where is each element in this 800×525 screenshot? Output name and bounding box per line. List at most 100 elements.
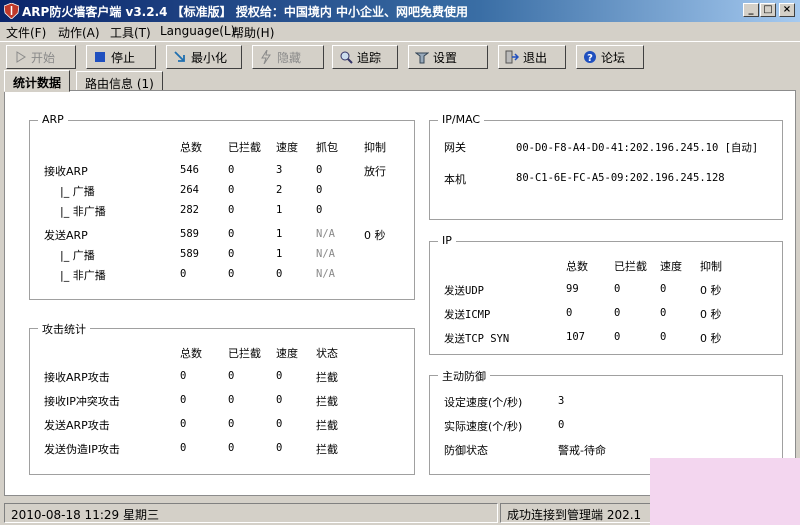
attack-cell: 0 (180, 418, 187, 430)
arp-header-total: 总数 (180, 141, 202, 154)
local-value: 80-C1-6E-FC-A5-09:202.196.245.128 (516, 172, 725, 184)
attack-header-status: 状态 (316, 347, 338, 360)
arp-cell: 282 (180, 204, 199, 216)
attack-header-blocked: 已拦截 (228, 347, 261, 360)
ip-cell: 0 秒 (700, 284, 722, 297)
menu-file[interactable]: 文件(F) (6, 24, 46, 41)
arp-cell: 放行 (364, 165, 386, 178)
ip-cell: 0 秒 (700, 332, 722, 345)
status-datetime: 2010-08-18 11:29 星期三 (4, 503, 498, 523)
attack-cell: 0 (228, 442, 235, 454)
actual-speed-value: 0 (558, 419, 565, 431)
settings-label: 设置 (433, 50, 458, 65)
arp-cell: 0 (228, 268, 235, 280)
stop-icon (93, 50, 107, 64)
attack-cell: 0 (180, 394, 187, 406)
arp-header-speed: 速度 (276, 141, 298, 154)
hide-label: 隐藏 (277, 50, 302, 65)
attack-cell: 0 (180, 370, 187, 382)
tab-statistics[interactable]: 统计数据 (4, 70, 71, 92)
arp-cell: 0 (228, 164, 235, 176)
ip-cell: 0 (660, 283, 667, 295)
arp-cell: 0 (228, 204, 235, 216)
hide-button[interactable]: 隐藏 (252, 45, 324, 69)
ip-cell: 0 (660, 331, 667, 343)
arp-cell: 0 (228, 248, 235, 260)
arp-cell: 1 (276, 248, 283, 260)
forum-button[interactable]: ? 论坛 (576, 45, 644, 69)
lightning-icon (259, 50, 273, 64)
attack-cell: 0 (276, 418, 283, 430)
stop-button[interactable]: 停止 (86, 45, 156, 69)
arp-row-label: |_ 非广播 (60, 205, 106, 218)
settings-button[interactable]: 设置 (408, 45, 488, 69)
arp-cell: 0 (316, 204, 323, 216)
start-label: 开始 (31, 50, 56, 65)
close-window-button[interactable]: × (779, 3, 795, 17)
exit-button[interactable]: 退出 (498, 45, 566, 69)
minimize-label: 最小化 (191, 50, 228, 65)
attack-row-label: 接收IP冲突攻击 (44, 395, 120, 408)
defense-legend: 主动防御 (438, 368, 490, 384)
ip-cell: 0 秒 (700, 308, 722, 321)
maximize-window-button[interactable]: □ (760, 3, 776, 17)
menu-language[interactable]: Language(L) (160, 24, 235, 38)
arp-row-label: 接收ARP (44, 165, 88, 178)
ip-header-suppress: 抑制 (700, 260, 722, 273)
attack-cell: 0 (276, 394, 283, 406)
attack-cell: 0 (228, 418, 235, 430)
attack-cell: 0 (276, 370, 283, 382)
local-label: 本机 (444, 173, 466, 186)
attack-row-label: 发送伪造IP攻击 (44, 443, 120, 456)
ip-cell: 0 (660, 307, 667, 319)
tab-route-info[interactable]: 路由信息 (1) (76, 71, 163, 91)
ip-group: IP 总数 已拦截 速度 抑制 发送UDP 99 0 0 0 秒 发送ICMP … (429, 234, 783, 355)
tools-icon (415, 50, 429, 64)
set-speed-label: 设定速度(个/秒) (444, 396, 523, 409)
attack-group: 攻击统计 总数 已拦截 速度 状态 接收ARP攻击 0 0 0 拦截 接收IP冲… (29, 321, 415, 475)
arp-cell: 0 秒 (364, 229, 386, 242)
ipmac-legend: IP/MAC (438, 113, 485, 126)
arp-cell: 2 (276, 184, 283, 196)
ip-header-speed: 速度 (660, 260, 682, 273)
attack-header-speed: 速度 (276, 347, 298, 360)
arp-legend: ARP (38, 113, 68, 126)
menu-action[interactable]: 动作(A) (58, 24, 100, 41)
play-icon (13, 50, 27, 64)
ip-row-label: 发送UDP (444, 285, 484, 297)
attack-cell: 拦截 (316, 419, 338, 432)
start-button[interactable]: 开始 (6, 45, 76, 69)
arp-row-label: 发送ARP (44, 229, 88, 242)
menu-bar: 文件(F) 动作(A) 工具(T) Language(L) 帮助(H) (0, 22, 800, 41)
menu-help[interactable]: 帮助(H) (232, 24, 274, 41)
ip-cell: 0 (614, 331, 621, 343)
arp-row-label: |_ 广播 (60, 185, 95, 198)
menu-tools[interactable]: 工具(T) (110, 24, 151, 41)
arp-header-blocked: 已拦截 (228, 141, 261, 154)
magnifier-icon (339, 50, 353, 64)
attack-cell: 拦截 (316, 371, 338, 384)
arp-cell: 0 (316, 184, 323, 196)
arp-cell: N/A (316, 228, 335, 240)
minimize-window-button[interactable]: _ (743, 3, 759, 17)
ip-cell: 0 (566, 307, 573, 319)
exit-label: 退出 (523, 50, 548, 65)
ipmac-group: IP/MAC 网关 00-D0-F8-A4-D0-41:202.196.245.… (429, 113, 783, 220)
shield-app-icon (4, 3, 19, 19)
minimize-arrow-icon (173, 50, 187, 64)
arp-cell: 0 (316, 164, 323, 176)
arp-group: ARP 总数 已拦截 速度 抓包 抑制 接收ARP 546 0 3 0 放行 |… (29, 113, 415, 300)
window-title: ARP防火墙客户端 v3.2.4 【标准版】 授权给：中国境内 中小企业、网吧免… (22, 5, 469, 19)
minimize-button[interactable]: 最小化 (166, 45, 242, 69)
trace-button[interactable]: 追踪 (332, 45, 398, 69)
arp-cell: 546 (180, 164, 199, 176)
gateway-label: 网关 (444, 141, 466, 154)
attack-row-label: 发送ARP攻击 (44, 419, 110, 432)
attack-cell: 0 (180, 442, 187, 454)
arp-cell: 589 (180, 228, 199, 240)
arp-cell: 0 (228, 184, 235, 196)
attack-cell: 拦截 (316, 443, 338, 456)
attack-cell: 0 (228, 394, 235, 406)
attack-row-label: 接收ARP攻击 (44, 371, 110, 384)
ip-cell: 0 (614, 307, 621, 319)
